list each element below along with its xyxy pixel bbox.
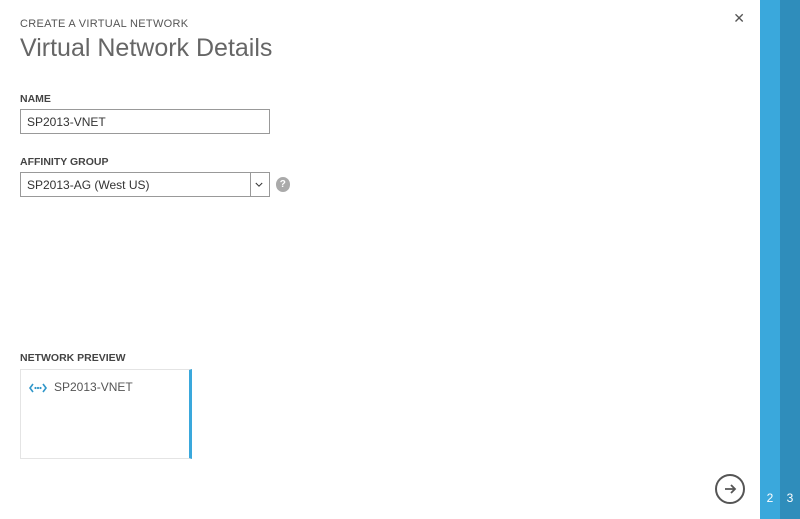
help-icon[interactable]: ?: [276, 177, 290, 192]
network-preview-box: SP2013-VNET: [20, 369, 192, 459]
next-button[interactable]: [715, 474, 745, 504]
close-button[interactable]: ✕: [733, 10, 745, 27]
network-icon: [29, 381, 47, 398]
wizard-step-rail: 2 3: [760, 0, 800, 519]
affinity-select[interactable]: SP2013-AG (West US): [20, 172, 270, 197]
affinity-label: AFFINITY GROUP: [20, 156, 740, 168]
page-title: Virtual Network Details: [20, 34, 740, 63]
name-label: NAME: [20, 93, 740, 105]
breadcrumb: CREATE A VIRTUAL NETWORK: [20, 18, 740, 30]
affinity-selected-text: SP2013-AG (West US): [27, 178, 250, 192]
step-2[interactable]: 2: [760, 491, 780, 505]
name-input[interactable]: [20, 109, 270, 134]
arrow-right-icon: [723, 482, 737, 496]
step-3[interactable]: 3: [780, 491, 800, 505]
chevron-down-icon: [250, 173, 268, 196]
preview-label: NETWORK PREVIEW: [20, 352, 192, 364]
preview-name: SP2013-VNET: [54, 380, 133, 394]
